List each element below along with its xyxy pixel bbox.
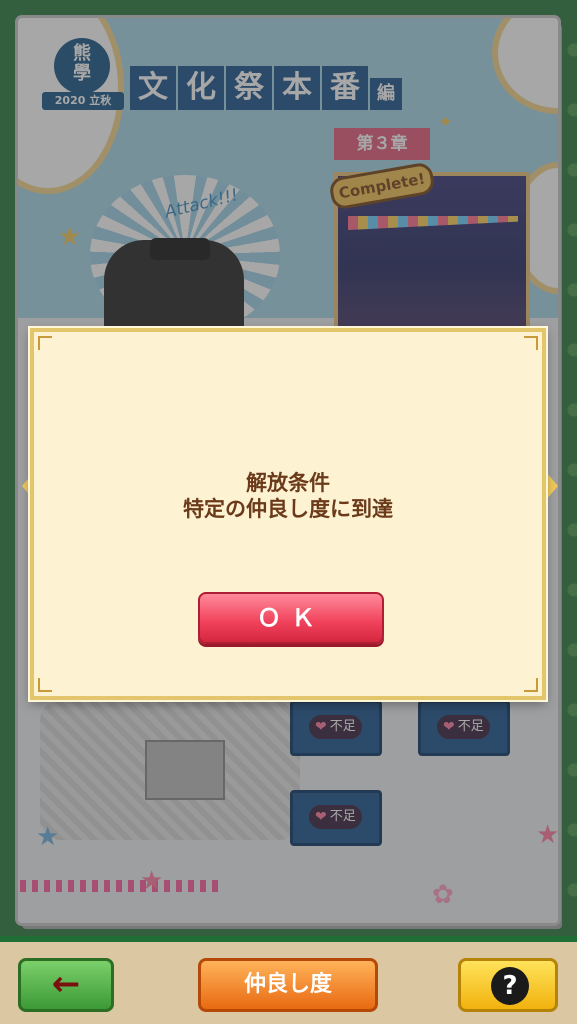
dialog-message: 解放条件 特定の仲良し度に到達: [34, 470, 542, 522]
dialog-corner: [524, 678, 538, 692]
friendship-button[interactable]: 仲良し度: [198, 958, 378, 1012]
bottom-toolbar: ← 仲良し度 ?: [0, 936, 577, 1024]
help-icon: ?: [491, 967, 529, 1005]
back-button[interactable]: ←: [18, 958, 114, 1012]
dialog-corner: [38, 678, 52, 692]
help-button[interactable]: ?: [458, 958, 558, 1012]
dialog-condition: 特定の仲良し度に到達: [183, 497, 393, 521]
dialog-corner: [38, 336, 52, 350]
ok-button[interactable]: ＯＫ: [198, 592, 384, 644]
unlock-condition-dialog: 解放条件 特定の仲良し度に到達 ＯＫ: [30, 328, 546, 700]
dialog-title: 解放条件: [246, 471, 330, 495]
dialog-corner: [524, 336, 538, 350]
next-page-arrow-icon: [546, 472, 558, 500]
back-arrow-icon: ←: [51, 964, 81, 1004]
